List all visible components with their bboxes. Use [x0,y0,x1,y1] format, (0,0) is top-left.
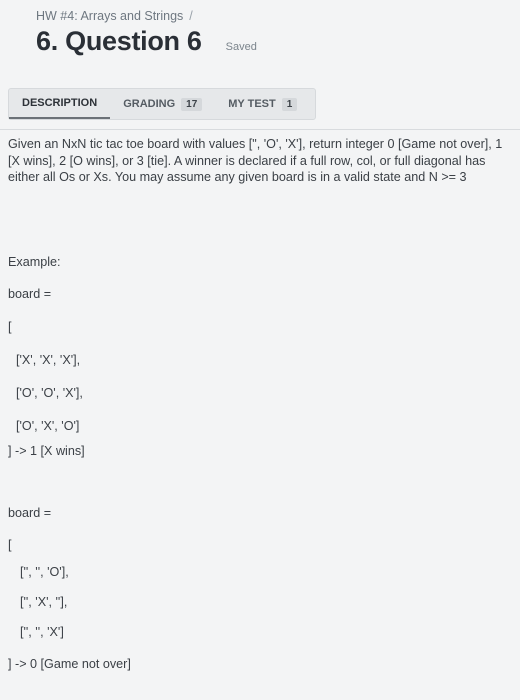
board2-row: ['', '', 'O'], [20,565,69,579]
tab-grading[interactable]: GRADING 17 [110,89,215,119]
board2-row: ['', '', 'X'] [20,625,64,639]
board1-open-bracket: [ [8,320,12,334]
board1-label: board = [8,287,52,301]
example-heading: Example: [8,255,61,269]
my-test-count-badge: 1 [281,97,298,111]
tab-my-test[interactable]: MY TEST 1 [215,89,310,119]
title-row: 6. Question 6 Saved [36,26,257,57]
page-title: 6. Question 6 [36,26,202,56]
grading-count-badge: 17 [181,97,203,111]
question-description: Given an NxN tic tac toe board with valu… [8,137,503,184]
breadcrumb-link[interactable]: HW #4: Arrays and Strings [36,9,183,23]
board1-row: ['O', 'X', 'O'] [16,419,80,433]
save-status: Saved [225,41,257,53]
breadcrumb[interactable]: HW #4: Arrays and Strings / [36,9,193,23]
board2-result: ] -> 0 [Game not over] [8,657,131,671]
board2-label: board = [8,506,52,520]
board1-row: ['X', 'X', 'X'], [16,353,81,367]
tab-grading-label: GRADING [123,98,176,110]
board2-open-bracket: [ [8,538,12,552]
tab-description-label: DESCRIPTION [22,97,98,109]
breadcrumb-separator: / [189,9,193,23]
tab-my-test-label: MY TEST [228,98,276,110]
question-page: HW #4: Arrays and Strings / 6. Question 6… [0,0,520,700]
board2-row: ['', 'X', ''], [20,595,68,609]
board1-result: ] -> 1 [X wins] [8,444,85,458]
divider [0,129,520,130]
tab-bar: DESCRIPTION GRADING 17 MY TEST 1 [8,88,316,120]
tab-description[interactable]: DESCRIPTION [9,89,111,119]
board1-row: ['O', 'O', 'X'], [16,386,83,400]
